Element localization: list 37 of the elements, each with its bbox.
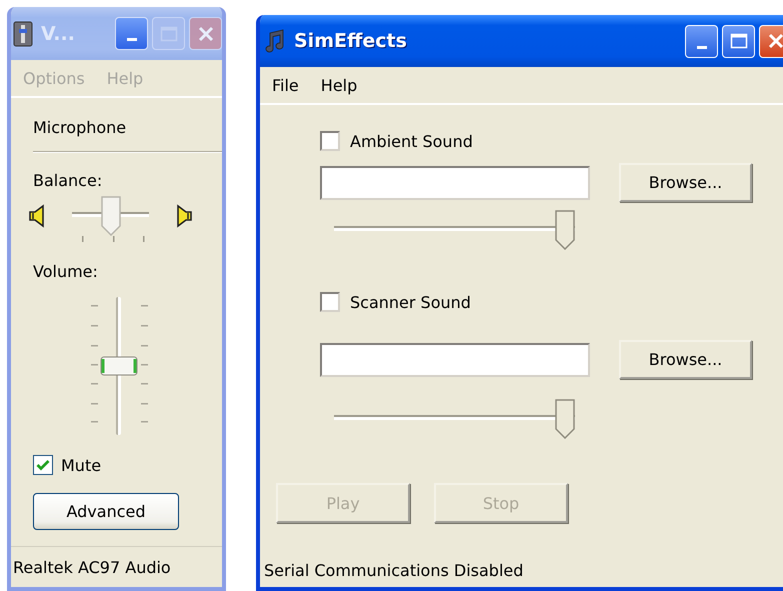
close-icon	[768, 33, 783, 49]
window-title: V...	[41, 22, 76, 44]
device-name: Microphone	[33, 118, 128, 137]
status-text: Realtek AC97 Audio	[13, 558, 171, 576]
slider-thumb[interactable]	[100, 356, 138, 376]
menu-item[interactable]: Help	[320, 76, 358, 94]
menu-item[interactable]: File	[272, 76, 299, 94]
slider-thumb[interactable]	[555, 399, 575, 439]
file-path-field[interactable]	[320, 166, 590, 200]
check-icon	[36, 459, 50, 471]
sound-checkbox[interactable]	[320, 292, 340, 312]
mute-checkbox[interactable]	[33, 455, 53, 475]
maximize-icon	[730, 33, 748, 49]
maximize-icon	[160, 26, 178, 42]
sound-label: Ambient Sound	[350, 132, 473, 150]
file-path-field[interactable]	[320, 342, 590, 376]
status-text: Serial Communications Disabled	[264, 560, 524, 580]
close-icon	[198, 26, 214, 42]
balance-label: Balance:	[33, 171, 104, 190]
advanced-button[interactable]: Advanced	[33, 493, 179, 530]
minimize-icon	[126, 38, 136, 41]
mute-label: Mute	[61, 456, 102, 474]
slider-thumb[interactable]	[555, 210, 575, 250]
minimize-icon	[696, 46, 706, 48]
sound-checkbox[interactable]	[320, 131, 340, 151]
volume-label: Volume:	[33, 262, 99, 281]
tick-marks	[81, 236, 145, 244]
slider-thumb[interactable]	[100, 196, 120, 236]
browse-button[interactable]: Browse...	[619, 163, 752, 202]
minimize-button[interactable]	[115, 17, 148, 50]
volume-control-icon	[13, 20, 33, 46]
sound-label: Scanner Sound	[350, 292, 471, 312]
window-title: SimEffects	[294, 30, 408, 52]
speaker-icon	[175, 204, 193, 228]
browse-button[interactable]: Browse...	[619, 340, 752, 379]
speaker-icon	[28, 204, 46, 228]
close-button[interactable]	[189, 17, 222, 50]
